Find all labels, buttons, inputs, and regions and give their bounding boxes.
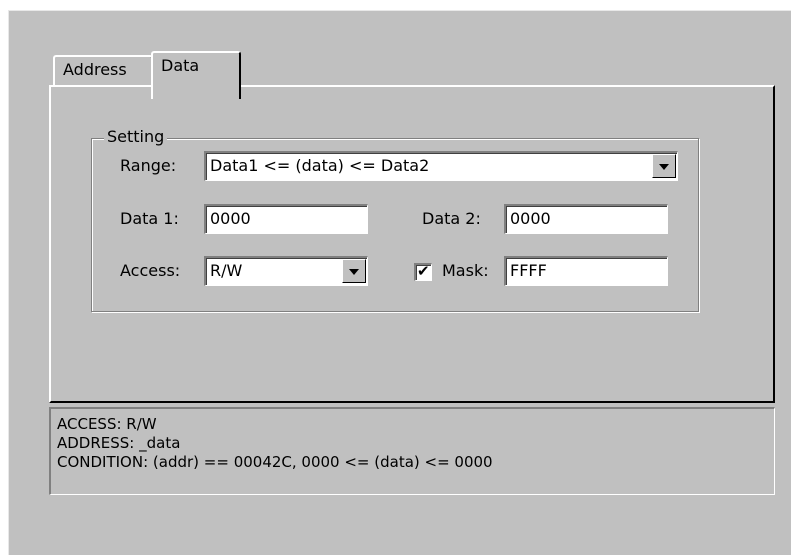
- output-line-access: ACCESS: R/W: [57, 415, 157, 433]
- access-select[interactable]: R/W: [204, 256, 368, 286]
- mask-label: Mask:: [442, 261, 489, 280]
- access-select-value: R/W: [210, 261, 243, 280]
- range-select-value: Data1 <= (data) <= Data2: [210, 156, 430, 175]
- data2-input[interactable]: 0000: [504, 204, 668, 234]
- range-label: Range:: [120, 156, 177, 175]
- condition-output: ACCESS: R/W ADDRESS: _data CONDITION: (a…: [49, 407, 775, 495]
- setting-group-label: Setting: [104, 127, 168, 146]
- mask-input[interactable]: FFFF: [504, 256, 668, 286]
- data2-label: Data 2:: [422, 209, 481, 228]
- tab-address-label: Address: [63, 60, 127, 79]
- data-tab-panel: Setting Range: Data1 <= (data) <= Data2 …: [49, 85, 775, 403]
- tab-data[interactable]: Data: [151, 51, 241, 99]
- output-line-address: ADDRESS: _data: [57, 434, 181, 452]
- tab-data-label: Data: [161, 56, 200, 75]
- access-dropdown-button[interactable]: [342, 259, 366, 283]
- access-label: Access:: [120, 261, 181, 280]
- range-dropdown-button[interactable]: [652, 154, 676, 178]
- setting-groupbox: Setting Range: Data1 <= (data) <= Data2 …: [91, 127, 699, 312]
- chevron-down-icon: [659, 164, 669, 170]
- data1-label: Data 1:: [120, 209, 179, 228]
- chevron-down-icon: [349, 269, 359, 275]
- data1-input[interactable]: 0000: [204, 204, 368, 234]
- output-line-condition: CONDITION: (addr) == 00042C, 0000 <= (da…: [57, 453, 493, 471]
- data2-value: 0000: [510, 209, 551, 228]
- mask-checkbox[interactable]: ✔: [414, 262, 432, 281]
- range-select[interactable]: Data1 <= (data) <= Data2: [204, 151, 678, 181]
- data1-value: 0000: [210, 209, 251, 228]
- mask-value: FFFF: [510, 261, 547, 280]
- breakpoint-dialog: Address Data Setting Range: Data1 <= (da…: [8, 10, 791, 555]
- checkmark-icon: ✔: [417, 262, 430, 280]
